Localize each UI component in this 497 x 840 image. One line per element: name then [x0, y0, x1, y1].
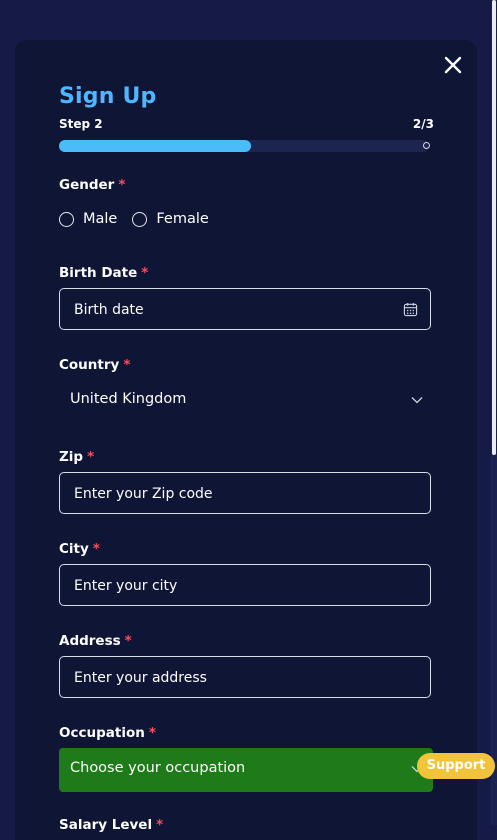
close-button[interactable]: [443, 55, 463, 75]
required-marker: *: [87, 449, 95, 465]
required-marker: *: [92, 541, 100, 557]
gender-option-label: Male: [83, 211, 118, 227]
required-marker: *: [148, 725, 156, 741]
close-icon: [444, 56, 462, 74]
city-input[interactable]: [72, 565, 386, 607]
page-title: Sign Up: [59, 84, 157, 109]
page-scrollbar[interactable]: [491, 0, 497, 825]
birth-date-label: Birth Date *: [59, 265, 148, 281]
support-button[interactable]: Support: [417, 753, 495, 779]
required-marker: *: [124, 633, 132, 649]
radio-button-male[interactable]: [59, 211, 74, 227]
birth-date-label-text: Birth Date: [59, 265, 138, 281]
city-label-text: City: [59, 541, 89, 557]
zip-label: Zip *: [59, 449, 94, 465]
occupation-selected-value: Choose your occupation: [70, 760, 246, 776]
salary-level-label-text: Salary Level: [59, 817, 153, 833]
country-selected-value: United Kingdom: [70, 391, 187, 407]
scrollbar-thumb[interactable]: [492, 0, 496, 455]
zip-label-text: Zip: [59, 449, 84, 465]
address-label-text: Address: [59, 633, 121, 649]
gender-option-label: Female: [156, 211, 209, 227]
occupation-label: Occupation *: [59, 725, 156, 741]
required-marker: *: [123, 357, 131, 373]
occupation-label-text: Occupation: [59, 725, 145, 741]
birth-date-field[interactable]: [59, 288, 431, 331]
city-field[interactable]: [59, 564, 431, 607]
step-label: Step 2: [59, 117, 103, 131]
birth-date-input[interactable]: [72, 289, 386, 331]
country-label-text: Country: [59, 357, 120, 373]
step-count: 2/3: [412, 117, 434, 131]
radio-button-female[interactable]: [132, 211, 148, 227]
gender-option-male[interactable]: Male: [59, 211, 117, 227]
gender-option-female[interactable]: Female: [132, 211, 209, 227]
progress-bar: [59, 140, 430, 152]
chevron-down-icon: [411, 397, 423, 404]
zip-field[interactable]: [59, 472, 431, 515]
address-field[interactable]: [59, 656, 431, 699]
gender-radio-group: Male Female: [59, 211, 209, 227]
address-input[interactable]: [72, 657, 386, 699]
required-marker: *: [118, 177, 126, 193]
address-label: Address *: [59, 633, 132, 649]
progress-fill: [59, 140, 252, 152]
progress-end-marker: [423, 142, 430, 149]
city-label: City *: [59, 541, 100, 557]
signup-modal: Sign Up Step 2 2/3 Gender * Male Female B…: [15, 40, 477, 840]
required-marker: *: [156, 817, 164, 833]
occupation-select[interactable]: Choose your occupation: [59, 748, 433, 792]
calendar-icon[interactable]: [403, 302, 418, 317]
country-select[interactable]: United Kingdom: [59, 379, 433, 423]
gender-label: Gender *: [59, 177, 125, 193]
required-marker: *: [141, 265, 149, 281]
gender-label-text: Gender: [59, 177, 115, 193]
salary-level-label: Salary Level *: [59, 817, 163, 833]
country-label: Country *: [59, 357, 130, 373]
zip-input[interactable]: [72, 473, 386, 515]
